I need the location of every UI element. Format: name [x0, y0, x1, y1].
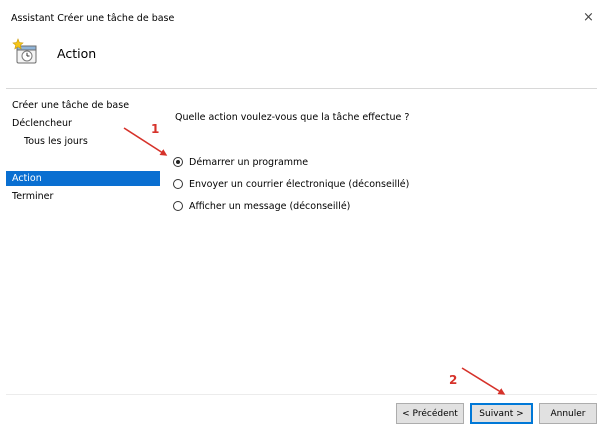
annotation-arrow-1: [123, 127, 168, 156]
annotation-arrow-2: [461, 367, 506, 395]
annotation-arrows: [123, 127, 506, 395]
